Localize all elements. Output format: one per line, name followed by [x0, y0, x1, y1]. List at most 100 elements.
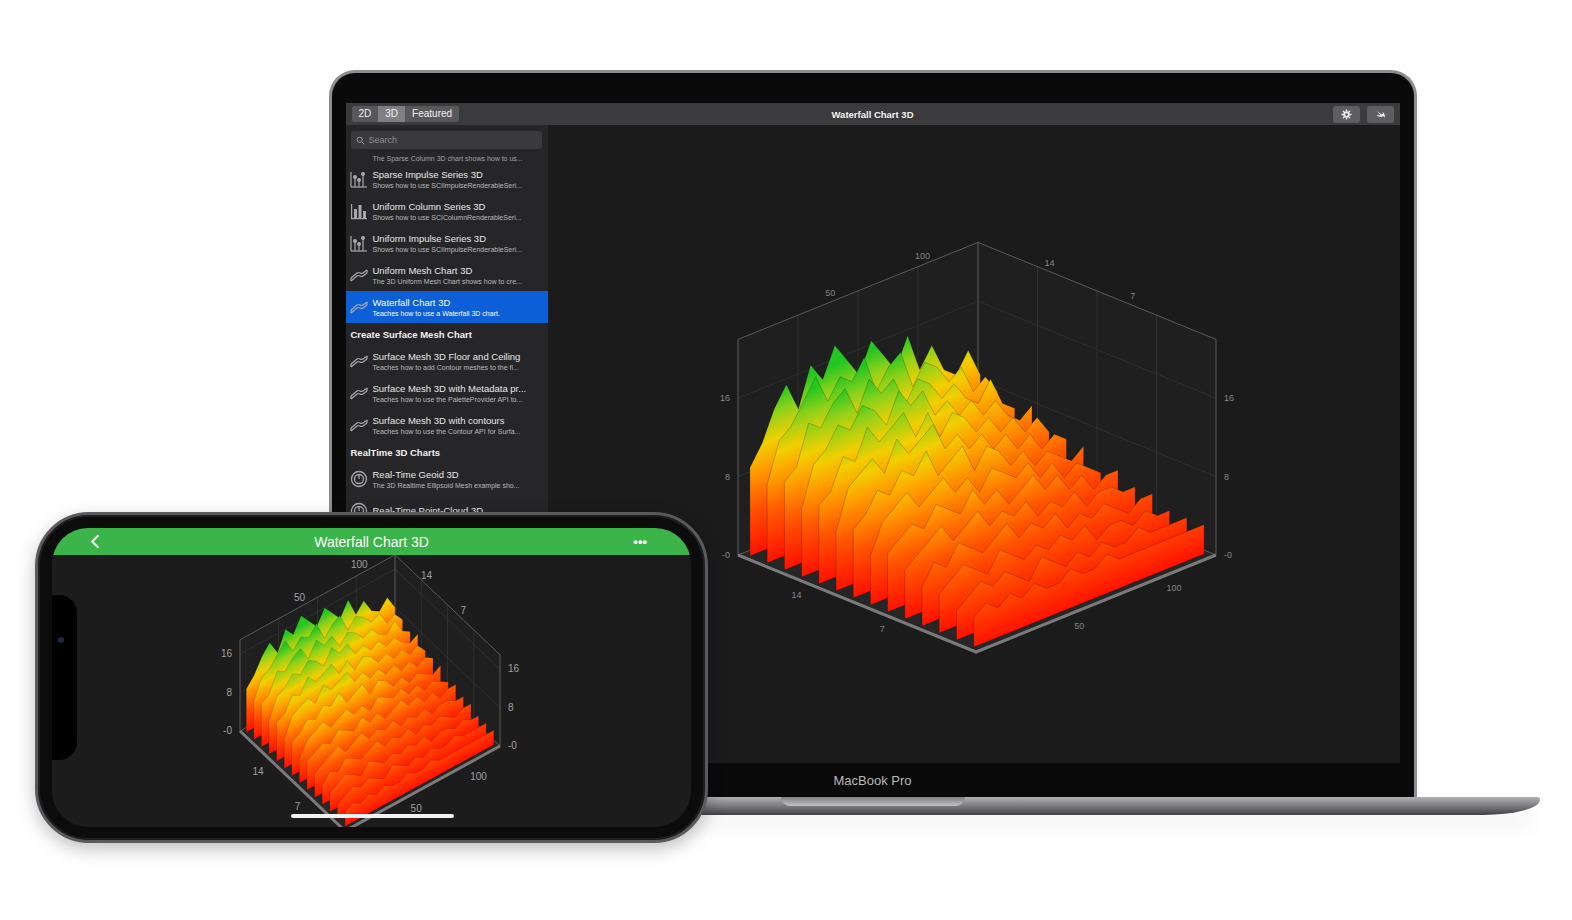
tab[interactable]: Featured — [405, 106, 459, 122]
sidebar-item[interactable]: Uniform Mesh Chart 3DThe 3D Uniform Mesh… — [346, 259, 548, 291]
axis-line — [395, 555, 500, 655]
base-notch — [781, 797, 965, 806]
axis-tick: 8 — [1224, 472, 1229, 482]
axis-line — [1215, 339, 1216, 555]
settings-button[interactable] — [1333, 106, 1360, 123]
sidebar-item[interactable]: Surface Mesh 3D with Metadata pr...Teach… — [346, 377, 548, 409]
mesh-chart-icon — [350, 352, 368, 370]
axis-tick: 14 — [1044, 258, 1054, 268]
axis-tick: -0 — [508, 740, 517, 751]
phone: Waterfall Chart 3D•••161688-0-0505010010… — [35, 512, 708, 843]
item-title: Uniform Mesh Chart 3D — [373, 265, 522, 277]
axis-line — [738, 242, 978, 339]
grid-line — [1156, 315, 1157, 531]
swift-bird-icon — [1375, 109, 1386, 120]
item-text: Uniform Column Series 3DShows how to use… — [373, 201, 522, 222]
axis-tick: 8 — [724, 472, 729, 482]
axis-line — [500, 655, 501, 746]
mesh-chart-icon — [350, 416, 368, 434]
item-title: Uniform Impulse Series 3D — [373, 233, 522, 245]
axis-tick: 100 — [1166, 583, 1181, 593]
axis-tick: 100 — [351, 559, 368, 570]
axis-tick: 8 — [508, 702, 514, 713]
item-text: Sparse Impulse Series 3DShows how to use… — [373, 169, 522, 190]
axis-tick: 8 — [226, 687, 232, 698]
gear-icon — [1341, 109, 1352, 120]
axis-tick: 14 — [252, 766, 264, 777]
item-subtitle: Shows how to use SCIImpulseRenderableSer… — [373, 181, 522, 190]
grid-line — [473, 630, 474, 721]
item-title: Real-Time Geoid 3D — [373, 469, 520, 481]
mesh-chart-icon — [350, 384, 368, 402]
axis-tick: 50 — [1074, 621, 1084, 631]
sidebar-item[interactable]: Uniform Impulse Series 3DShows how to us… — [346, 227, 548, 259]
axis-line — [240, 640, 241, 731]
search-container: Search — [346, 125, 548, 155]
sidebar-item[interactable]: Surface Mesh 3D Floor and CeilingTeaches… — [346, 345, 548, 377]
waterfall-chart: 161688-0-05050100100141477 — [52, 555, 691, 827]
sidebar-item[interactable]: Uniform Column Series 3DShows how to use… — [346, 195, 548, 227]
item-text: Real-Time Geoid 3DThe 3D Realtime Ellips… — [373, 469, 520, 490]
column-chart-icon — [350, 202, 368, 220]
item-subtitle: Teaches how to add Contour meshes to the… — [373, 363, 521, 372]
tab[interactable]: 3D — [378, 106, 405, 122]
search-placeholder: Search — [369, 135, 398, 145]
item-subtitle: The 3D Realtime Ellipsoid Mesh example s… — [373, 481, 520, 490]
item-text: Waterfall Chart 3DTeaches how to use a W… — [373, 297, 500, 318]
sidebar-item[interactable]: Waterfall Chart 3DTeaches how to use a W… — [346, 291, 548, 323]
section-header: RealTime 3D Charts — [346, 441, 548, 463]
axis-tick: 100 — [470, 771, 487, 782]
tab[interactable]: 2D — [352, 106, 379, 122]
sidebar-item[interactable]: Surface Mesh 3D with contoursTeaches how… — [346, 409, 548, 441]
chart-base-edge — [738, 555, 1216, 652]
item-title: Surface Mesh 3D with Metadata pr... — [373, 383, 527, 395]
item-title: Surface Mesh 3D with contours — [373, 415, 521, 427]
item-title: Surface Mesh 3D Floor and Ceiling — [373, 351, 521, 363]
impulse-chart-icon — [350, 234, 368, 252]
toolbar-buttons — [1333, 106, 1394, 123]
axis-tick: 16 — [221, 648, 233, 659]
sidebar-item[interactable]: Sparse Impulse Series 3DShows how to use… — [346, 163, 548, 195]
axis-tick: 14 — [791, 590, 801, 600]
tab-bar: 2D3DFeatured — [352, 106, 460, 122]
sidebar-item-clipped[interactable]: The Sparse Column 3D chart shows how to … — [346, 155, 548, 163]
item-subtitle: Shows how to use SCIColumnRenderableSeri… — [373, 213, 522, 222]
item-subtitle: Teaches how to use the PaletteProvider A… — [373, 395, 527, 404]
back-button[interactable] — [90, 534, 100, 549]
item-text: Uniform Impulse Series 3DShows how to us… — [373, 233, 522, 254]
axis-tick: -0 — [721, 550, 729, 560]
item-title: Sparse Impulse Series 3D — [373, 169, 522, 181]
home-indicator[interactable] — [291, 814, 454, 818]
axis-tick: 100 — [915, 251, 930, 261]
phone-header: Waterfall Chart 3D ••• — [52, 528, 691, 555]
example-list: The Sparse Column 3D chart shows how to … — [346, 155, 548, 527]
axis-tick: -0 — [1224, 550, 1232, 560]
window-title: Waterfall Chart 3D — [832, 109, 914, 120]
sidebar-item[interactable]: Real-Time Geoid 3DThe 3D Realtime Ellips… — [346, 463, 548, 495]
swift-button[interactable] — [1367, 106, 1394, 123]
magnifier-icon — [356, 136, 365, 145]
item-text: Surface Mesh 3D with contoursTeaches how… — [373, 415, 521, 436]
axis-tick: 14 — [421, 570, 433, 581]
camera-icon — [58, 637, 64, 643]
item-text: Uniform Mesh Chart 3DThe 3D Uniform Mesh… — [373, 265, 522, 286]
more-button[interactable]: ••• — [633, 534, 647, 549]
phone-notch — [52, 595, 77, 760]
item-text: Surface Mesh 3D with Metadata pr...Teach… — [373, 383, 527, 404]
waterfall-slice — [345, 730, 494, 826]
axis-tick: 50 — [411, 803, 423, 814]
axis-tick: 7 — [879, 624, 884, 634]
stage: 2D3DFeatured Waterfall Chart 3D Search The … — [0, 0, 1572, 920]
item-subtitle: Shows how to use SCIImpulseRenderableSer… — [373, 245, 522, 254]
toolbar: 2D3DFeatured Waterfall Chart 3D — [346, 103, 1400, 125]
phone-title: Waterfall Chart 3D — [142, 534, 601, 550]
item-text: Surface Mesh 3D Floor and CeilingTeaches… — [373, 351, 521, 372]
search-field[interactable]: Search — [351, 131, 542, 149]
phone-screen: Waterfall Chart 3D•••161688-0-0505010010… — [52, 528, 691, 827]
axis-tick: 7 — [1130, 291, 1135, 301]
chart-base-edge — [240, 731, 500, 827]
item-subtitle: Teaches how to use the Contour API for S… — [373, 427, 521, 436]
phone-chart-area: 161688-0-05050100100141477 — [52, 555, 691, 827]
chevron-left-icon — [90, 534, 100, 549]
axis-line — [978, 242, 1216, 339]
